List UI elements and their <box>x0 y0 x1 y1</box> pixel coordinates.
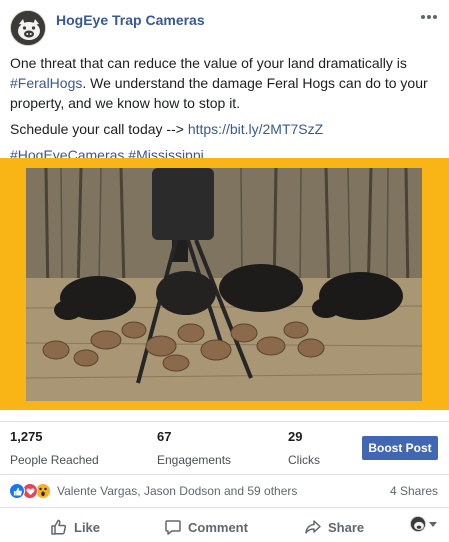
share-button[interactable]: Share <box>304 517 364 537</box>
page-name[interactable]: HogEye Trap Cameras <box>56 12 205 28</box>
like-button[interactable]: Like <box>50 517 100 537</box>
page-avatar[interactable] <box>10 10 46 46</box>
post-text: One threat that can reduce the value of … <box>10 53 440 171</box>
post-insights: 1,275 People Reached 67 Engagements 29 C… <box>0 421 449 469</box>
like-label: Like <box>74 519 101 535</box>
reactions-row: Valente Vargas, Jason Dodson and 59 othe… <box>0 474 449 504</box>
like-icon <box>9 483 25 499</box>
engagements-label: Engagements <box>157 453 232 467</box>
viewer-avatar <box>410 516 426 532</box>
hashtag-feralhogs[interactable]: #FeralHogs <box>10 75 82 91</box>
people-reached-value: 1,275 <box>10 429 43 444</box>
post-paragraph-1: One threat that can reduce the value of … <box>10 55 428 111</box>
comment-icon <box>165 520 181 535</box>
people-reached-stat[interactable]: 1,275 People Reached <box>10 428 99 469</box>
comment-button[interactable]: Comment <box>164 517 248 537</box>
thumbs-up-icon <box>51 519 67 535</box>
shares-count[interactable]: 4 Shares <box>390 484 438 498</box>
post-photo[interactable] <box>26 168 422 401</box>
post-header: HogEye Trap Cameras <box>0 0 449 48</box>
clicks-label: Clicks <box>288 453 320 467</box>
more-options-icon[interactable] <box>419 8 439 26</box>
people-reached-label: People Reached <box>10 453 99 467</box>
hog-logo-icon <box>11 11 45 45</box>
hog-logo-icon <box>411 517 425 531</box>
post-actions: Like Comment Share <box>0 507 449 542</box>
reaction-names[interactable]: Valente Vargas, Jason Dodson and 59 othe… <box>57 484 297 498</box>
clicks-value: 29 <box>288 429 303 444</box>
hogs-photo-image <box>26 168 422 401</box>
reaction-icons[interactable] <box>9 483 53 499</box>
comment-label: Comment <box>188 519 248 535</box>
post-media[interactable] <box>0 158 449 410</box>
share-label: Share <box>328 519 365 535</box>
clicks-stat[interactable]: 29 Clicks <box>288 428 320 469</box>
schedule-link[interactable]: https://bit.ly/2MT7SzZ <box>188 121 323 137</box>
engagements-value: 67 <box>157 429 172 444</box>
engagements-stat[interactable]: 67 Engagements <box>157 428 231 469</box>
post-paragraph-2: Schedule your call today --> https://bit… <box>10 121 324 137</box>
chevron-down-icon <box>429 521 437 527</box>
boost-post-button[interactable]: Boost Post <box>362 436 438 460</box>
post-as-selector[interactable] <box>410 516 437 532</box>
share-icon <box>305 520 321 534</box>
